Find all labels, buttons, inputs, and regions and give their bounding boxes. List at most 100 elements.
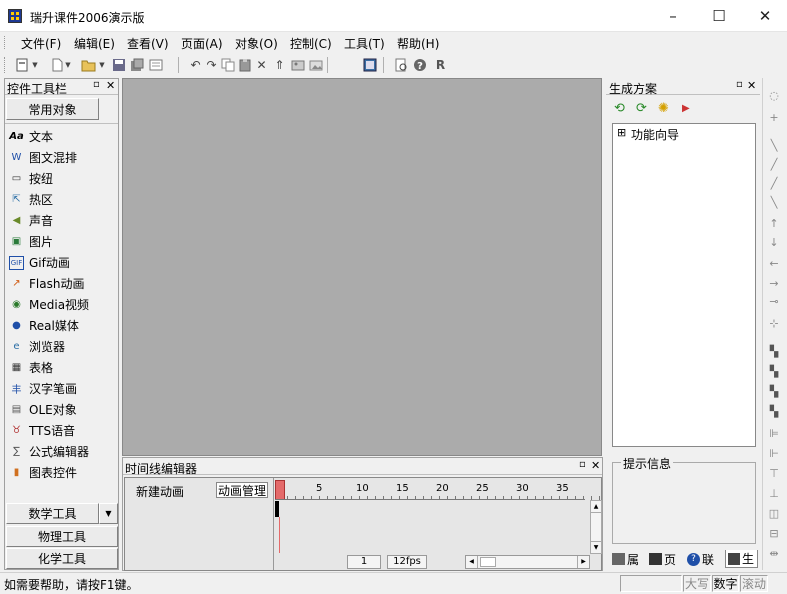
align-icon[interactable]: ⊥ — [765, 484, 783, 502]
tab-chemistry-tools[interactable]: 化学工具 — [6, 548, 118, 569]
new-file-icon[interactable] — [48, 56, 65, 73]
pin-icon[interactable]: ▫ — [579, 459, 586, 470]
line-tool-icon[interactable]: ╱ — [765, 155, 783, 173]
image-insert-icon[interactable] — [289, 56, 306, 73]
horizontal-scrollbar[interactable]: ◀ ▶ — [465, 555, 590, 569]
tab-common-objects[interactable]: 常用对象 — [6, 98, 99, 120]
dropdown-icon[interactable]: ▼ — [64, 56, 72, 73]
paste-icon[interactable] — [236, 56, 253, 73]
tab-physics-tools[interactable]: 物理工具 — [6, 526, 118, 547]
align-icon[interactable]: ⊟ — [765, 524, 783, 542]
toolbox-item[interactable]: ◀ 声音 — [5, 210, 118, 231]
toolbox-item[interactable]: ⇱ 热区 — [5, 189, 118, 210]
save-all-icon[interactable] — [128, 56, 145, 73]
page-icon[interactable] — [147, 56, 164, 73]
toolbox-item[interactable]: ♉ TTS语音 — [5, 420, 118, 441]
toolbox-item[interactable]: ▮ 图表控件 — [5, 462, 118, 483]
insert-icon[interactable]: ⇑ — [271, 56, 288, 73]
tab-pages[interactable]: 页 — [649, 551, 685, 567]
toolbox-item[interactable]: ● Real媒体 — [5, 315, 118, 336]
tab-links[interactable]: ? 联 — [687, 551, 723, 567]
dropdown-arrow-icon[interactable]: ▼ — [99, 503, 118, 524]
save-icon[interactable] — [110, 56, 127, 73]
menu-help[interactable]: 帮助(H) — [397, 35, 439, 52]
align-icon[interactable]: ⊤ — [765, 464, 783, 482]
toolbox-item[interactable]: ▣ 图片 — [5, 231, 118, 252]
line-tool-icon[interactable]: ╲ — [765, 193, 783, 211]
menu-control[interactable]: 控制(C) — [290, 35, 332, 52]
line-tool-icon[interactable]: ╱ — [765, 174, 783, 192]
run-icon[interactable]: ▶ — [682, 103, 696, 115]
refresh-icon[interactable]: ⟲ — [614, 101, 632, 117]
rotate-icon[interactable]: ⟳ — [636, 101, 654, 117]
pin-icon[interactable]: ▫ — [736, 79, 743, 90]
dropdown-icon[interactable]: ▼ — [98, 56, 106, 73]
minimize-button[interactable]: – — [650, 0, 696, 32]
toolbox-item[interactable]: GIF Gif动画 — [5, 252, 118, 273]
toolbox-item[interactable]: 丰汉字笔画 — [5, 378, 118, 399]
image-edit-icon[interactable] — [307, 56, 324, 73]
plan-tree[interactable]: ⊞ 功能向导 — [612, 123, 756, 447]
toolbox-item[interactable]: W 图文混排 — [5, 147, 118, 168]
toolbox-item[interactable]: ▭ 按纽 — [5, 168, 118, 189]
menu-object[interactable]: 对象(O) — [235, 35, 278, 52]
dropdown-icon[interactable]: ▼ — [31, 56, 39, 73]
menu-page[interactable]: 页面(A) — [181, 35, 223, 52]
plan-close-icon[interactable]: ✕ — [747, 79, 756, 92]
tab-properties[interactable]: 属 — [612, 551, 648, 567]
tab-generate[interactable]: 生 — [725, 550, 758, 568]
menu-file[interactable]: 文件(F) — [21, 35, 61, 52]
layer-icon[interactable]: ▚ — [765, 382, 783, 400]
arrow-up-icon[interactable]: ↑ — [765, 214, 783, 232]
help-icon[interactable]: ? — [411, 56, 428, 73]
shape-tool-icon[interactable]: ⊹ — [765, 314, 783, 332]
pin-icon[interactable]: ▫ — [93, 79, 100, 90]
scroll-thumb[interactable] — [480, 557, 496, 567]
arrow-left-icon[interactable]: ← — [765, 254, 783, 272]
menu-edit[interactable]: 编辑(E) — [74, 35, 115, 52]
scroll-down-icon[interactable]: ▼ — [591, 541, 601, 553]
line-tool-icon[interactable]: ╲ — [765, 136, 783, 154]
toolbox-item[interactable]: ◉ Media视频 — [5, 294, 118, 315]
arrow-right-icon[interactable]: → — [765, 274, 783, 292]
open-folder-icon[interactable] — [80, 56, 97, 73]
design-canvas[interactable] — [122, 78, 602, 456]
layer-icon[interactable]: ▚ — [765, 342, 783, 360]
copy-icon[interactable] — [219, 56, 236, 73]
plus-tool-icon[interactable]: + — [765, 108, 783, 126]
toolbox-item[interactable]: ▦ 表格 — [5, 357, 118, 378]
close-button[interactable]: ✕ — [742, 0, 787, 32]
tab-math-tools[interactable]: 数学工具 — [6, 503, 99, 524]
scroll-left-icon[interactable]: ◀ — [466, 556, 478, 568]
animation-manage-button[interactable]: 动画管理 — [216, 482, 268, 498]
toolbox-item[interactable]: ↗ Flash动画 — [5, 273, 118, 294]
toolbox-item[interactable]: e 浏览器 — [5, 336, 118, 357]
circle-tool-icon[interactable]: ◌ — [765, 86, 783, 104]
toolbox-item[interactable]: ▤ OLE对象 — [5, 399, 118, 420]
toolbox-item[interactable]: Aa 文本 — [5, 126, 118, 147]
preview-icon[interactable] — [361, 56, 378, 73]
vertical-scrollbar[interactable]: ▲ ▼ — [590, 500, 602, 554]
tree-item-wizard[interactable]: 功能向导 — [631, 126, 679, 143]
timeline-ruler[interactable]: 5 10 15 20 25 30 35 — [275, 480, 600, 500]
new-animation-button[interactable]: 新建动画 — [136, 483, 184, 500]
align-icon[interactable]: ◫ — [765, 504, 783, 522]
menu-view[interactable]: 查看(V) — [127, 35, 169, 52]
delete-icon[interactable]: ✕ — [253, 56, 270, 73]
toolbox-item[interactable]: ∑ 公式编辑器 — [5, 441, 118, 462]
align-icon[interactable]: ⊩ — [765, 444, 783, 462]
new-page-icon[interactable] — [13, 56, 30, 73]
tree-expand-icon[interactable]: ⊞ — [617, 126, 626, 139]
timeline-close-icon[interactable]: ✕ — [591, 459, 600, 472]
r-icon[interactable]: R — [432, 56, 449, 73]
keyframe[interactable] — [275, 501, 279, 517]
scroll-right-icon[interactable]: ▶ — [577, 556, 589, 568]
redo-icon[interactable]: ↷ — [203, 56, 220, 73]
align-icon[interactable]: ⇹ — [765, 544, 783, 562]
arrow-down-icon[interactable]: ↓ — [765, 233, 783, 251]
align-icon[interactable]: ⊫ — [765, 424, 783, 442]
maximize-button[interactable]: ☐ — [696, 0, 742, 32]
undo-icon[interactable]: ↶ — [187, 56, 204, 73]
layer-icon[interactable]: ▚ — [765, 402, 783, 420]
menu-tools[interactable]: 工具(T) — [344, 35, 385, 52]
